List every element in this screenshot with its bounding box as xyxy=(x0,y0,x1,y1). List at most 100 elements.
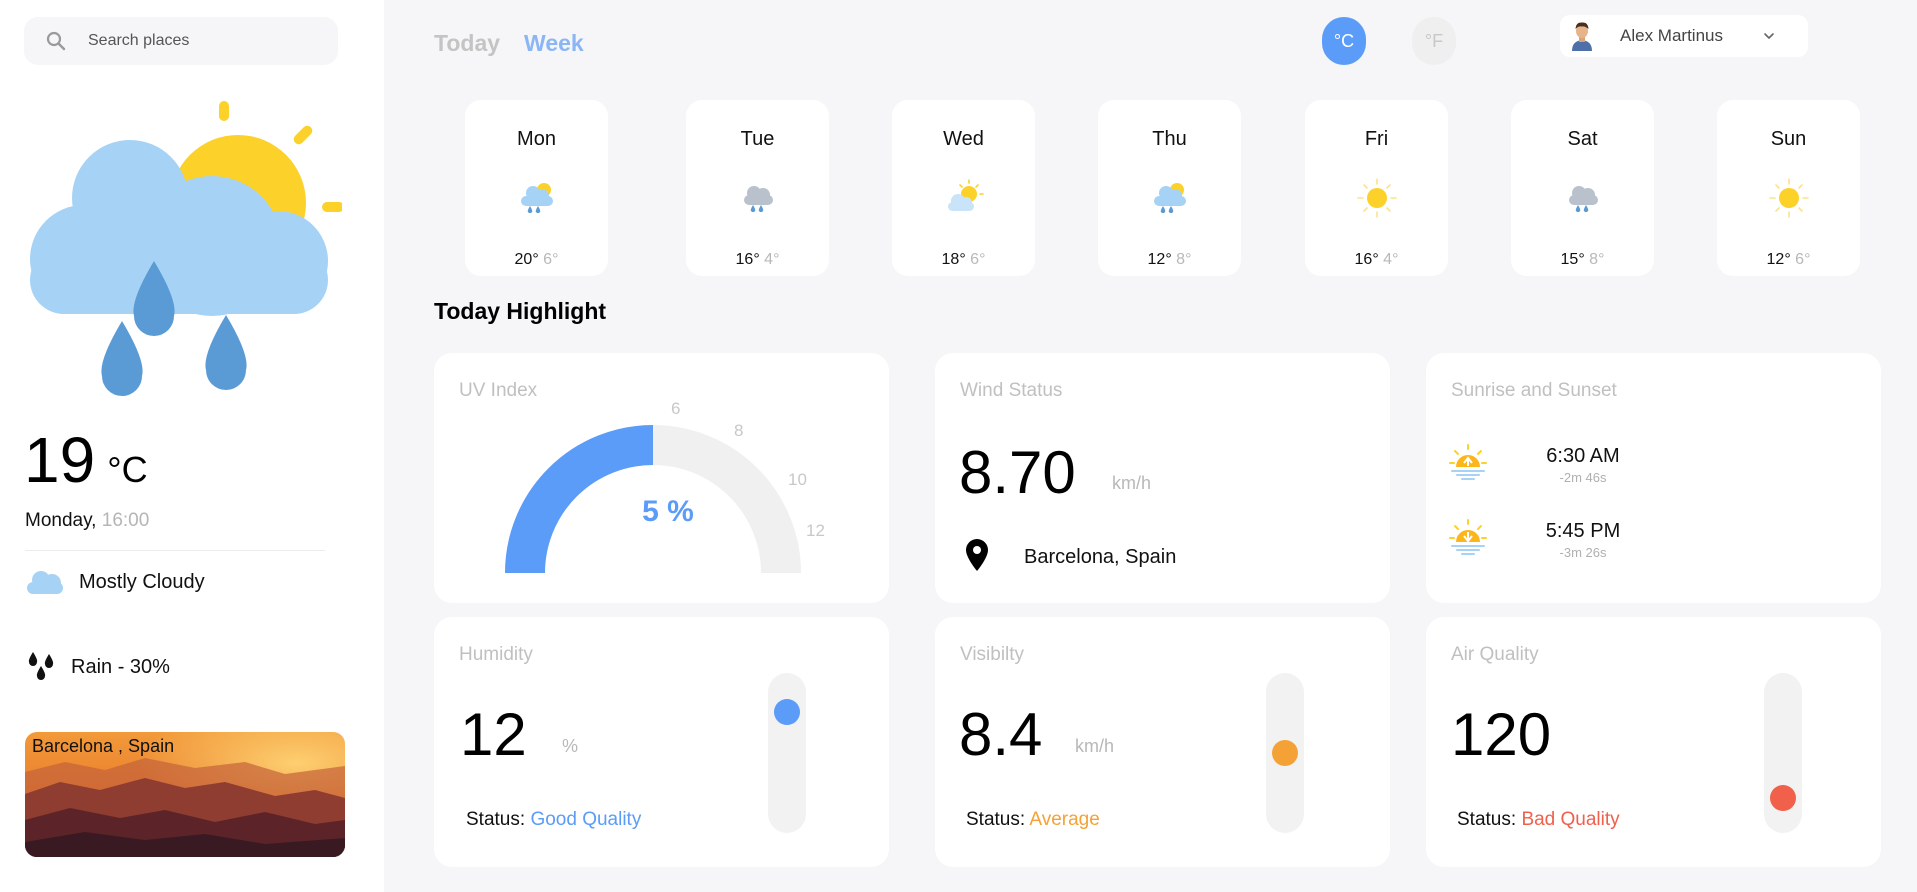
day-name: Sun xyxy=(1770,128,1807,150)
air-value: 120 xyxy=(1451,701,1552,768)
sunrise-time-block: 6:30 AM -2m 46s xyxy=(1523,445,1643,485)
rain-cloud-icon xyxy=(1569,186,1598,213)
day-high-temp: 16° xyxy=(1354,251,1379,268)
sun-icon xyxy=(1769,178,1809,218)
day-high-temp: 12° xyxy=(1147,251,1172,268)
day-temps: 20° 6° xyxy=(465,251,608,269)
uv-tick-label: 8 xyxy=(734,421,744,440)
humidity-slider xyxy=(768,673,806,833)
humidity-slider-dot xyxy=(774,698,800,725)
rain-text: Rain - 30% xyxy=(71,655,170,678)
celsius-button[interactable]: °C xyxy=(1322,17,1366,65)
day-low-temp: 6° xyxy=(1795,251,1811,268)
day-high-temp: 15° xyxy=(1560,251,1585,268)
air-status: Status: Bad Quality xyxy=(1457,809,1620,831)
day-name: Sat xyxy=(1567,128,1598,150)
wind-location: Barcelona, Spain xyxy=(1024,546,1177,568)
condition-row: Mostly Cloudy xyxy=(25,568,205,596)
day-high-temp: 16° xyxy=(735,251,760,268)
divider xyxy=(25,550,325,551)
uv-value: 5 % xyxy=(642,495,694,528)
day-low-temp: 8° xyxy=(1589,251,1605,268)
day-temps: 15° 8° xyxy=(1511,251,1654,269)
day-name: Fri xyxy=(1364,128,1389,150)
air-quality-slider xyxy=(1764,673,1802,833)
day-temps: 12° 8° xyxy=(1098,251,1241,269)
chevron-down-icon xyxy=(1764,33,1774,39)
day-name: Wed xyxy=(943,128,984,150)
visibility-title: Visibilty xyxy=(960,644,1025,665)
day-card-sun[interactable]: Sun 12° 6° xyxy=(1717,100,1860,276)
day-card-fri[interactable]: Fri 16° 4° xyxy=(1305,100,1448,276)
wind-status-card: Wind Status 8.70 km/h Barcelona, Spain xyxy=(935,353,1390,603)
day-high-temp: 20° xyxy=(514,251,539,268)
rain-drops-icon xyxy=(28,652,54,680)
humidity-value: 12 xyxy=(460,701,527,768)
air-quality-card: Air Quality 120 Status: Bad Quality xyxy=(1426,617,1881,867)
cloud-icon xyxy=(27,571,63,594)
search-icon xyxy=(46,31,66,51)
profile-dropdown[interactable]: Alex Martinus xyxy=(1560,15,1808,57)
day-temps: 18° 6° xyxy=(892,251,1035,269)
visibility-status-value: Average xyxy=(1029,809,1100,830)
sunrise-time: 6:30 AM xyxy=(1546,445,1620,467)
day-card-mon[interactable]: Mon 20° 6° xyxy=(465,100,608,276)
visibility-slider xyxy=(1266,673,1304,833)
uv-index-card: UV Index 6 8 10 12 5 % xyxy=(434,353,889,603)
search-input[interactable] xyxy=(88,17,328,65)
wind-title: Wind Status xyxy=(960,380,1063,401)
fahrenheit-button[interactable]: °F xyxy=(1412,17,1456,65)
visibility-card: Visibilty 8.4 km/h Status: Average xyxy=(935,617,1390,867)
sunset-time: 5:45 PM xyxy=(1545,520,1621,542)
sun-title: Sunrise and Sunset xyxy=(1451,380,1617,401)
profile-name: Alex Martinus xyxy=(1620,26,1723,45)
search-bar[interactable] xyxy=(24,17,338,65)
sidebar: 19 °C Monday, 16:00 Mostly Cloudy Rain -… xyxy=(0,0,384,892)
sunset-delta: -3m 26s xyxy=(1559,545,1607,560)
period-tabs: Today Week xyxy=(434,30,584,57)
day-card-sat[interactable]: Sat 15° 8° xyxy=(1511,100,1654,276)
day-name: Thu xyxy=(1152,128,1187,150)
rain-sun-icon xyxy=(30,101,342,396)
current-day: Monday, xyxy=(25,510,97,531)
uv-tick-label: 10 xyxy=(788,470,807,489)
sunset-time-block: 5:45 PM -3m 26s xyxy=(1523,520,1643,560)
humidity-status: Status: Good Quality xyxy=(466,809,641,831)
city-image-label: Barcelona , Spain xyxy=(32,736,175,756)
day-card-thu[interactable]: Thu 12° 8° xyxy=(1098,100,1241,276)
uv-tick-label: 6 xyxy=(671,399,681,418)
day-low-temp: 8° xyxy=(1176,251,1192,268)
humidity-status-label: Status: xyxy=(466,809,526,830)
sunrise-sunset-card: Sunrise and Sunset 6:30 AM -2m 46s 5:45 … xyxy=(1426,353,1881,603)
day-card-tue[interactable]: Tue 16° 4° xyxy=(686,100,829,276)
partly-cloudy-icon xyxy=(948,179,984,211)
uv-gauge xyxy=(505,425,801,574)
humidity-title: Humidity xyxy=(459,644,533,665)
sunset-icon xyxy=(1449,519,1487,555)
current-temperature: 19 °C xyxy=(24,428,148,492)
tab-today[interactable]: Today xyxy=(434,30,500,57)
tab-week[interactable]: Week xyxy=(524,30,584,57)
air-quality-slider-dot xyxy=(1770,784,1796,811)
avatar xyxy=(1566,19,1598,51)
visibility-status-label: Status: xyxy=(966,809,1026,830)
day-low-temp: 6° xyxy=(970,251,986,268)
day-temps: 16° 4° xyxy=(1305,251,1448,269)
day-name: Mon xyxy=(517,128,556,150)
day-name: Tue xyxy=(740,128,775,150)
day-card-wed[interactable]: Wed 18° 6° xyxy=(892,100,1035,276)
temperature-value: 19 xyxy=(24,424,96,496)
visibility-unit: km/h xyxy=(1075,736,1115,756)
sunrise-delta: -2m 46s xyxy=(1559,470,1607,485)
city-image-card[interactable]: Barcelona , Spain xyxy=(25,732,345,857)
sunrise-icon xyxy=(1449,444,1487,480)
day-low-temp: 4° xyxy=(764,251,780,268)
humidity-unit: % xyxy=(562,736,579,756)
day-temps: 12° 6° xyxy=(1717,251,1860,269)
day-high-temp: 12° xyxy=(1766,251,1791,268)
visibility-value: 8.4 xyxy=(959,701,1043,768)
humidity-card: Humidity 12 % Status: Good Quality xyxy=(434,617,889,867)
humidity-status-value: Good Quality xyxy=(530,809,642,830)
section-title: Today Highlight xyxy=(434,298,607,324)
location-pin-icon xyxy=(966,539,988,571)
